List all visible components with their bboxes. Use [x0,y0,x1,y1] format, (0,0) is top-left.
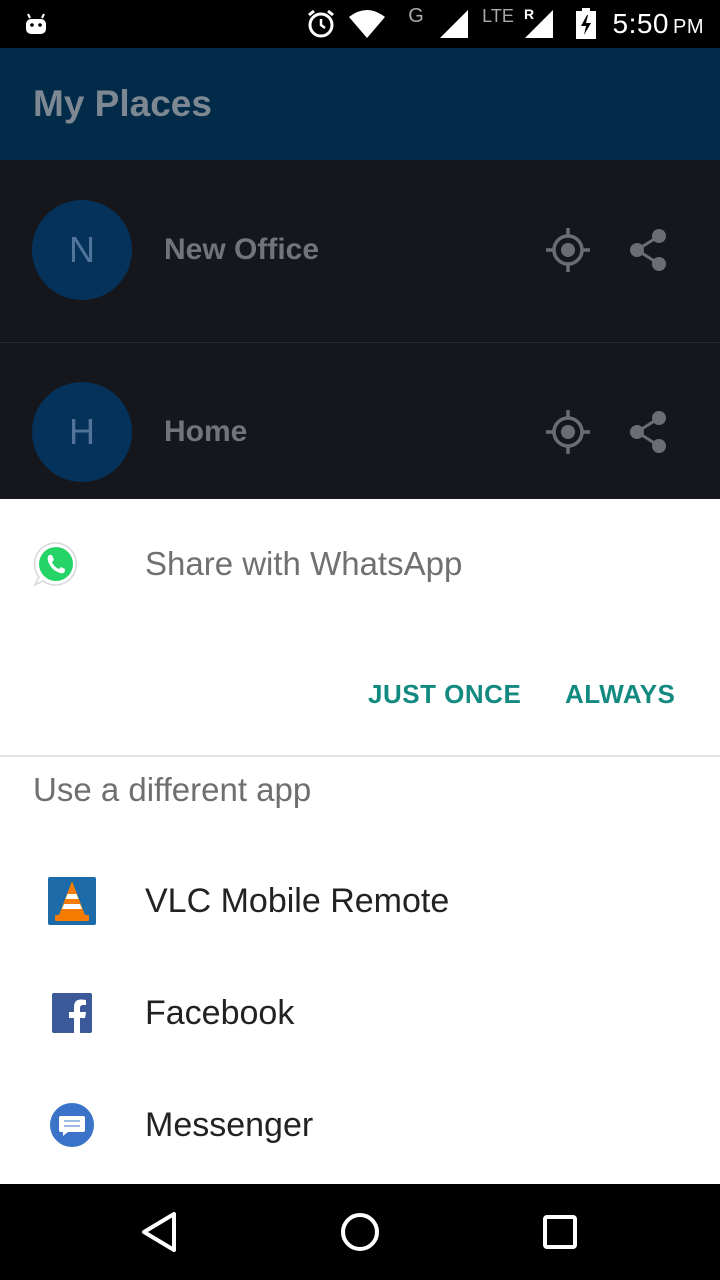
home-icon[interactable] [336,1208,384,1256]
time-ampm: PM [673,15,704,38]
signal-icon [437,0,471,48]
share-icon [625,227,671,273]
app-bar: My Places [0,48,720,160]
alarm-icon [305,0,337,48]
divider [0,755,720,757]
app-label: Facebook [145,993,295,1032]
whatsapp-icon [32,540,80,588]
page-title: My Places [33,83,212,124]
back-icon[interactable] [136,1208,184,1256]
share-chooser-sheet: Share with WhatsApp JUST ONCE ALWAYS Use… [0,499,720,1184]
place-row-new-office: N New Office [0,160,720,343]
vlc-icon [46,875,98,927]
recents-icon[interactable] [536,1208,584,1256]
status-time: 5:50 PM [613,0,705,48]
status-bar: G LTE R 5:50 PM [0,0,720,48]
navigation-bar [0,1184,720,1280]
different-app-heading: Use a different app [33,771,312,808]
locate-icon [545,409,591,455]
avatar: N [32,200,132,300]
place-name: Home [164,415,248,448]
share-title: Share with WhatsApp [145,545,463,582]
place-name: New Office [164,233,320,266]
network-lte-label: LTE [482,5,514,26]
facebook-icon [46,987,98,1039]
always-button[interactable]: ALWAYS [565,659,675,729]
roaming-label: R [523,6,535,22]
share-with-whatsapp-header[interactable]: Share with WhatsApp [0,499,720,629]
share-icon [625,409,671,455]
locate-icon [545,227,591,273]
app-label: Messenger [145,1105,314,1144]
network-g-label: G [408,4,424,27]
just-once-button[interactable]: JUST ONCE [368,659,521,729]
place-row-home: H Home [0,342,720,524]
messenger-icon [46,1099,98,1151]
time-value: 5:50 [612,8,669,39]
wifi-icon [347,0,387,48]
android-icon [24,0,48,48]
app-item-facebook[interactable]: Facebook [0,957,720,1069]
app-item-messenger[interactable]: Messenger [0,1069,720,1181]
chooser-actions: JUST ONCE ALWAYS [0,659,720,729]
app-item-vlc-mobile-remote[interactable]: VLC Mobile Remote [0,845,720,957]
places-list: N New Office H Home [0,160,720,500]
avatar: H [32,382,132,482]
app-label: VLC Mobile Remote [145,881,450,920]
battery-charging-icon [574,0,598,48]
